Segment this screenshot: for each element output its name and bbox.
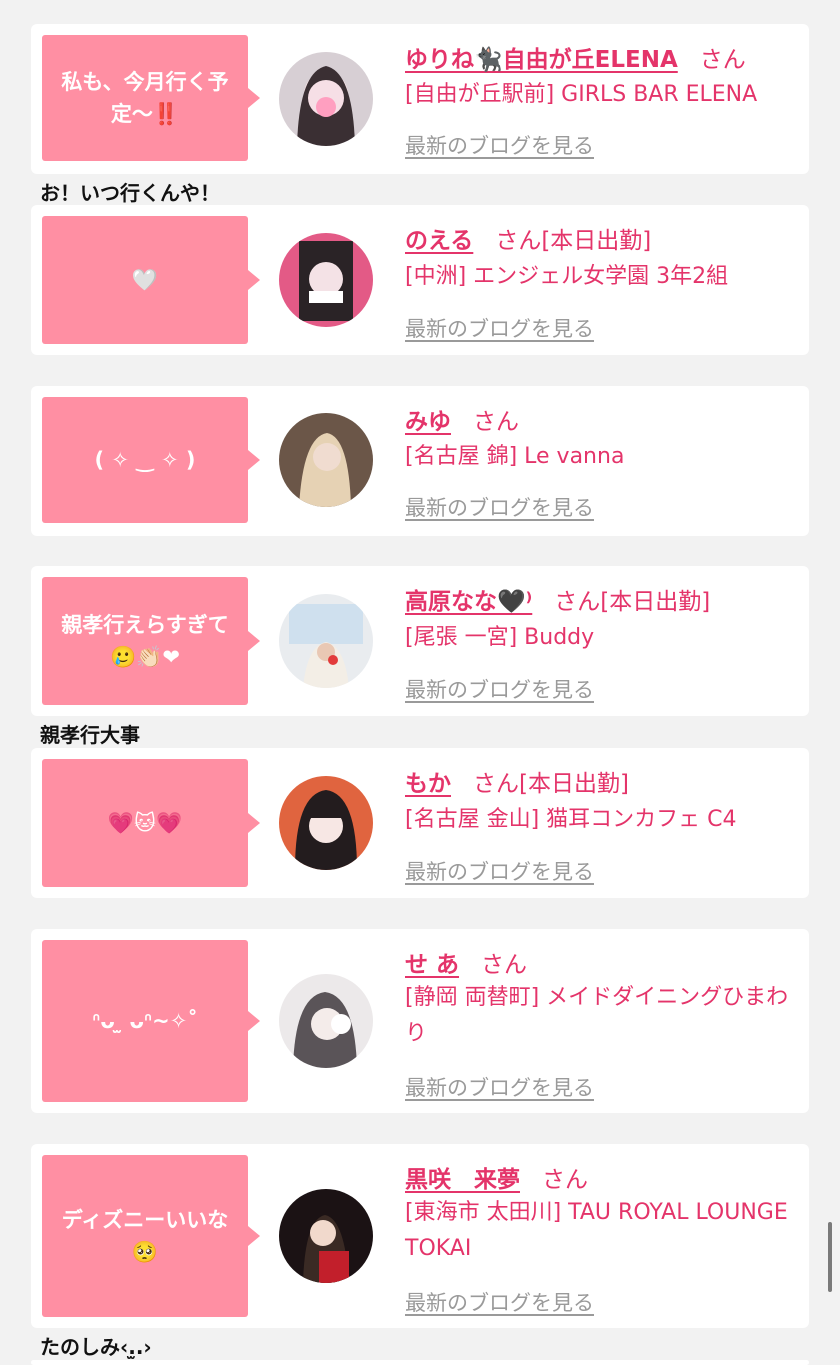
avatar[interactable] bbox=[279, 776, 373, 870]
comment-bubble: 私も、今月行く予定〜‼️ bbox=[42, 35, 260, 161]
user-comment: 親孝行大事 bbox=[40, 723, 140, 747]
name-line: みゆ さん bbox=[405, 402, 519, 436]
bubble-text: 親孝行えらすぎて🥲👏🏻❤ bbox=[61, 613, 229, 669]
latest-blog-link[interactable]: 最新のブログを見る bbox=[405, 1072, 594, 1102]
status: [本日出勤] bbox=[519, 771, 629, 797]
blog-card: 💗🐱💗 もか さん[本日出勤] [名古屋 金山] 猫耳コンカフェ C4 最新のブロ… bbox=[31, 748, 809, 898]
honorific: さん bbox=[542, 1167, 588, 1193]
comment-bubble: ( ✧ ‿ ✧ ) bbox=[42, 397, 260, 523]
blog-card: 私も、今月行く予定〜‼️ ゆりね🐈‍⬛自由が丘ELENA さん [自由が丘駅前] … bbox=[31, 24, 809, 174]
bubble-text: 💗🐱💗 bbox=[107, 811, 183, 835]
honorific: さん bbox=[554, 589, 601, 615]
bubble-text: 🤍 bbox=[131, 268, 159, 292]
name-line: もか さん[本日出勤] bbox=[405, 764, 629, 798]
avatar[interactable] bbox=[279, 1189, 373, 1283]
honorific: さん bbox=[481, 952, 528, 978]
status: [本日出勤] bbox=[541, 228, 652, 254]
bubble-text: ᐢᴗ ̫ ᴗᐢ~✧˚ bbox=[92, 1009, 198, 1033]
shop-name: [静岡 両替町] メイドダイニングひまわり bbox=[405, 985, 789, 1046]
honorific: さん bbox=[473, 771, 519, 797]
cast-name-link[interactable]: ゆりね🐈‍⬛自由が丘ELENA bbox=[405, 47, 678, 73]
latest-blog-link[interactable]: 最新のブログを見る bbox=[405, 674, 594, 704]
user-comment: たのしみ‹.̫.› bbox=[40, 1335, 152, 1359]
name-line: せ あさん bbox=[405, 945, 527, 979]
cast-name-link[interactable]: みゆ bbox=[405, 409, 451, 435]
blog-card-partial bbox=[31, 1360, 809, 1365]
shop-name: [自由が丘駅前] GIRLS BAR ELENA bbox=[405, 82, 758, 107]
blog-card: ( ✧ ‿ ✧ ) みゆ さん [名古屋 錦] Le vanna 最新のブログを見… bbox=[31, 386, 809, 536]
comment-bubble: ᐢᴗ ̫ ᴗᐢ~✧˚ bbox=[42, 940, 260, 1102]
blog-card: ᐢᴗ ̫ ᴗᐢ~✧˚ せ あさん [静岡 両替町] メイドダイニングひまわり 最… bbox=[31, 929, 809, 1113]
comment-bubble: 🤍 bbox=[42, 216, 260, 344]
comment-bubble: ディズニーいいな🥺 bbox=[42, 1155, 260, 1317]
status: [本日出勤] bbox=[600, 589, 711, 615]
name-line: のえる さん[本日出勤] bbox=[405, 221, 651, 255]
cast-name-link[interactable]: 黒咲 来夢 bbox=[405, 1167, 520, 1193]
avatar[interactable] bbox=[279, 233, 373, 327]
latest-blog-link[interactable]: 最新のブログを見る bbox=[405, 492, 594, 522]
latest-blog-link[interactable]: 最新のブログを見る bbox=[405, 313, 594, 343]
name-line: 高原なな🖤⁾ さん[本日出勤] bbox=[405, 582, 710, 616]
blog-card: 親孝行えらすぎて🥲👏🏻❤ 高原なな🖤⁾ さん[本日出勤] [尾張 一宮] Budd… bbox=[31, 566, 809, 716]
blog-card: 🤍 のえる さん[本日出勤] [中洲] エンジェル女学園 3年2組 最新のブログを… bbox=[31, 205, 809, 355]
honorific: さん bbox=[495, 228, 542, 254]
shop-name: [中洲] エンジェル女学園 3年2組 bbox=[405, 264, 729, 289]
cast-name-link[interactable]: のえる bbox=[405, 228, 473, 254]
user-comment: お！いつ行くんや！ bbox=[40, 181, 220, 205]
latest-blog-link[interactable]: 最新のブログを見る bbox=[405, 1287, 594, 1317]
bubble-text: ディズニーいいな🥺 bbox=[61, 1208, 229, 1264]
avatar[interactable] bbox=[279, 413, 373, 507]
blog-card: ディズニーいいな🥺 黒咲 来夢 さん [東海市 太田川] TAU ROYAL LO… bbox=[31, 1144, 809, 1328]
shop-name: [名古屋 金山] 猫耳コンカフェ C4 bbox=[405, 807, 737, 832]
name-line: ゆりね🐈‍⬛自由が丘ELENA さん bbox=[405, 40, 746, 74]
shop-name: [東海市 太田川] TAU ROYAL LOUNGE TOKAI bbox=[405, 1200, 788, 1261]
avatar[interactable] bbox=[279, 974, 373, 1068]
name-line: 黒咲 来夢 さん bbox=[405, 1160, 588, 1194]
avatar[interactable] bbox=[279, 594, 373, 688]
scrollbar[interactable] bbox=[828, 1222, 832, 1292]
cast-name-link[interactable]: 高原なな🖤⁾ bbox=[405, 589, 532, 615]
bubble-text: 私も、今月行く予定〜‼️ bbox=[61, 70, 229, 126]
honorific: さん bbox=[699, 47, 746, 73]
honorific: さん bbox=[473, 409, 519, 435]
latest-blog-link[interactable]: 最新のブログを見る bbox=[405, 130, 594, 160]
shop-name: [尾張 一宮] Buddy bbox=[405, 625, 595, 650]
comment-bubble: 💗🐱💗 bbox=[42, 759, 260, 887]
bubble-text: ( ✧ ‿ ✧ ) bbox=[94, 448, 196, 472]
cast-name-link[interactable]: せ あ bbox=[405, 952, 459, 978]
avatar[interactable] bbox=[279, 52, 373, 146]
cast-name-link[interactable]: もか bbox=[405, 771, 451, 797]
shop-name: [名古屋 錦] Le vanna bbox=[405, 444, 625, 469]
comment-bubble: 親孝行えらすぎて🥲👏🏻❤ bbox=[42, 577, 260, 705]
latest-blog-link[interactable]: 最新のブログを見る bbox=[405, 856, 594, 886]
